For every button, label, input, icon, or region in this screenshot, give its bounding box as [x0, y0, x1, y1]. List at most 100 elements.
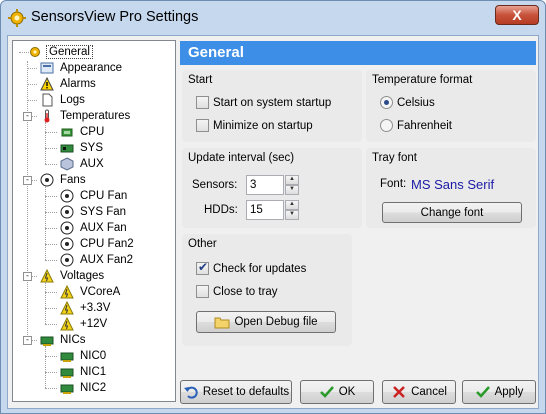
collapse-icon[interactable]: - — [23, 336, 32, 345]
close-to-tray-label: Close to tray — [213, 285, 278, 298]
tree-guide-line — [27, 100, 37, 101]
thermometer-icon — [39, 108, 55, 124]
appearance-icon — [39, 60, 55, 76]
cancel-button[interactable]: Cancel — [382, 380, 456, 404]
tree-item-logs[interactable]: Logs — [39, 92, 87, 108]
voltage-icon — [59, 284, 75, 300]
collapse-icon[interactable]: - — [23, 272, 32, 281]
update-interval-group: Update interval (sec) Sensors: ▲ ▼ HDDs:… — [182, 148, 362, 228]
tree-item-12v[interactable]: +12V — [59, 316, 109, 332]
collapse-icon[interactable]: - — [23, 176, 32, 185]
tree-item-3-3v[interactable]: +3.3V — [59, 300, 112, 316]
tree-item-voltages[interactable]: Voltages — [39, 268, 106, 284]
tree-guide-line — [45, 244, 57, 245]
tree-item-cpu[interactable]: CPU — [59, 124, 106, 140]
tree-item-vcorea[interactable]: VCoreA — [59, 284, 122, 300]
tree-item-aux-fan2[interactable]: AUX Fan2 — [59, 252, 135, 268]
page-title: General — [180, 41, 536, 65]
undo-icon — [183, 384, 199, 400]
folder-icon — [214, 314, 230, 330]
apply-button[interactable]: Apply — [462, 380, 536, 404]
tree-item-aux[interactable]: AUX — [59, 156, 106, 172]
fan-icon — [59, 252, 75, 268]
fahrenheit-radio[interactable]: Fahrenheit — [380, 119, 452, 132]
settings-tree[interactable]: General Appearance Alarms Logs Temperatures -… — [12, 40, 176, 402]
gear-icon — [27, 44, 43, 60]
ok-button[interactable]: OK — [300, 380, 374, 404]
tree-item-alarms[interactable]: Alarms — [39, 76, 98, 92]
radio-dot[interactable] — [380, 96, 393, 109]
tree-guide-line — [19, 52, 29, 53]
tree-guide-line — [45, 372, 57, 373]
check-for-updates-checkbox[interactable]: Check for updates — [196, 260, 307, 275]
collapse-icon[interactable]: - — [23, 112, 32, 121]
tree-item-temperatures[interactable]: Temperatures — [39, 108, 132, 124]
minimize-on-startup-label: Minimize on startup — [213, 119, 313, 132]
change-font-label: Change font — [420, 206, 484, 219]
change-font-button[interactable]: Change font — [382, 202, 522, 223]
tree-item-label: Logs — [60, 94, 85, 106]
open-debug-file-label: Open Debug file — [234, 316, 318, 328]
fan-icon — [59, 220, 75, 236]
apply-label: Apply — [494, 386, 524, 398]
sensors-spinner[interactable]: ▲ ▼ — [246, 175, 299, 195]
tree-item-nic1[interactable]: NIC1 — [59, 364, 108, 380]
sensors-down-arrow-icon[interactable]: ▼ — [285, 185, 299, 195]
close-to-tray-checkbox[interactable]: Close to tray — [196, 285, 278, 298]
tree-item-label: Voltages — [60, 270, 105, 282]
cancel-label: Cancel — [411, 386, 447, 398]
title-bar[interactable]: SensorsView Pro Settings X — [1, 1, 545, 35]
tree-item-cpu-fan[interactable]: CPU Fan — [59, 188, 129, 204]
check-for-updates-label: Check for updates — [213, 262, 307, 275]
sensors-input[interactable] — [246, 175, 284, 195]
tree-item-fans[interactable]: Fans — [39, 172, 88, 188]
tree-item-nic2[interactable]: NIC2 — [59, 380, 108, 396]
tree-item-label: Appearance — [60, 62, 123, 74]
close-button[interactable]: X — [495, 5, 539, 25]
open-debug-file-button[interactable]: Open Debug file — [196, 311, 336, 333]
voltage-icon — [59, 300, 75, 316]
tree-item-cpu-fan2[interactable]: CPU Fan2 — [59, 236, 136, 252]
board-icon — [59, 140, 75, 156]
tree-item-sys-fan[interactable]: SYS Fan — [59, 204, 128, 220]
tree-item-sys[interactable]: SYS — [59, 140, 105, 156]
checkbox-box[interactable] — [196, 260, 209, 275]
start-on-startup-label: Start on system startup — [213, 96, 332, 109]
client-area: General Appearance Alarms Logs Temperatures -… — [7, 35, 539, 409]
tree-item-label: NICs — [60, 334, 86, 346]
tree-guide-line — [45, 388, 57, 389]
tree-guide-line — [45, 122, 46, 164]
tree-item-aux-fan[interactable]: AUX Fan — [59, 220, 129, 236]
celsius-radio[interactable]: Celsius — [380, 96, 435, 109]
nic-icon — [59, 364, 75, 380]
tree-item-nic0[interactable]: NIC0 — [59, 348, 108, 364]
tree-item-appearance[interactable]: Appearance — [39, 60, 124, 76]
temperature-format-title: Temperature format — [372, 74, 473, 86]
sensors-up-arrow-icon[interactable]: ▲ — [285, 175, 299, 185]
checkbox-box[interactable] — [196, 285, 209, 298]
checkbox-box[interactable] — [196, 96, 209, 109]
tree-guide-line — [27, 61, 28, 341]
tree-item-general[interactable]: General — [27, 44, 93, 60]
start-on-startup-checkbox[interactable]: Start on system startup — [196, 96, 331, 109]
ok-label: OK — [338, 386, 356, 398]
reset-to-defaults-button[interactable]: Reset to defaults — [180, 380, 292, 404]
hdds-down-arrow-icon[interactable]: ▼ — [285, 210, 299, 220]
hdds-up-arrow-icon[interactable]: ▲ — [285, 200, 299, 210]
tree-item-label: AUX Fan2 — [80, 254, 134, 266]
tree-item-label: CPU — [80, 126, 105, 138]
tree-item-label: SYS Fan — [80, 206, 127, 218]
checkbox-box[interactable] — [196, 119, 209, 132]
font-label: Font: — [380, 178, 407, 190]
fan-icon — [59, 204, 75, 220]
hdds-spinner[interactable]: ▲ ▼ — [246, 200, 299, 220]
tree-item-nics[interactable]: NICs — [39, 332, 88, 348]
celsius-label: Celsius — [397, 96, 435, 109]
tree-item-label: NIC2 — [80, 382, 107, 394]
minimize-on-startup-checkbox[interactable]: Minimize on startup — [196, 119, 313, 132]
start-group-title: Start — [188, 74, 213, 86]
tree-guide-line — [45, 164, 57, 165]
radio-dot[interactable] — [380, 119, 393, 132]
hdds-input[interactable] — [246, 200, 284, 220]
other-group: Other Check for updates Close to tray Op… — [182, 234, 352, 346]
